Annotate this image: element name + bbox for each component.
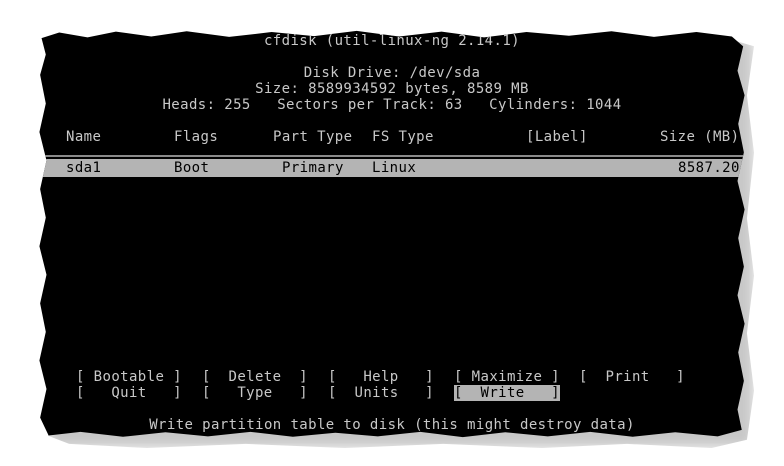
column-header-size: Size (MB) xyxy=(660,129,740,145)
partition-name: sda1 xyxy=(66,160,102,176)
app-title: cfdisk (util-linux-ng 2.14.1) xyxy=(263,33,521,49)
help-button[interactable]: [ Help ] xyxy=(328,369,434,385)
header-separator xyxy=(40,155,745,157)
maximize-button[interactable]: [ Maximize ] xyxy=(454,369,560,385)
bootable-button[interactable]: [ Bootable ] xyxy=(76,369,182,385)
delete-button[interactable]: [ Delete ] xyxy=(202,369,308,385)
partition-fs-type: Linux xyxy=(372,160,417,176)
column-header-part-type: Part Type xyxy=(273,129,353,145)
column-header-flags: Flags xyxy=(174,129,219,145)
table-row[interactable]: sda1 Boot Primary Linux 8587.20 xyxy=(40,159,745,177)
column-header-label: [Label] xyxy=(526,129,588,145)
write-button[interactable]: [ Write ] xyxy=(454,385,560,401)
screenshot-frame: cfdisk (util-linux-ng 2.14.1) Disk Drive… xyxy=(0,0,784,466)
disk-geometry-label: Heads: 255 Sectors per Track: 63 Cylinde… xyxy=(162,97,622,113)
column-header-name: Name xyxy=(66,129,102,145)
partition-part-type: Primary xyxy=(282,160,344,176)
partition-flags: Boot xyxy=(174,160,210,176)
status-message: Write partition table to disk (this migh… xyxy=(149,417,635,433)
units-button[interactable]: [ Units ] xyxy=(328,385,434,401)
disk-drive-label: Disk Drive: /dev/sda xyxy=(303,65,481,81)
partition-size: 8587.20 xyxy=(678,160,740,176)
terminal-screen: cfdisk (util-linux-ng 2.14.1) Disk Drive… xyxy=(39,30,745,438)
type-button[interactable]: [ Type ] xyxy=(202,385,308,401)
print-button[interactable]: [ Print ] xyxy=(579,369,685,385)
disk-size-label: Size: 8589934592 bytes, 8589 MB xyxy=(255,81,529,97)
column-header-fs-type: FS Type xyxy=(372,129,434,145)
quit-button[interactable]: [ Quit ] xyxy=(76,385,182,401)
